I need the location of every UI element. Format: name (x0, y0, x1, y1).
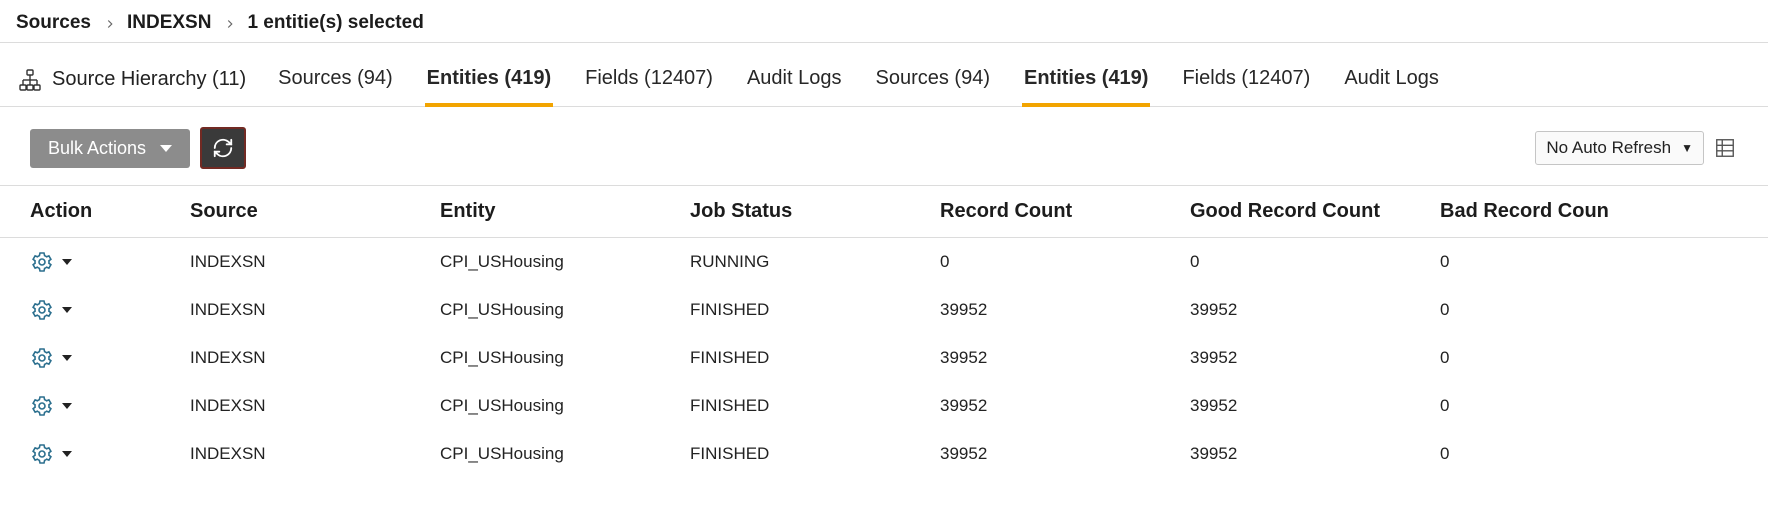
tab-fields-12407[interactable]: Fields (12407) (1180, 53, 1312, 106)
chevron-down-icon (62, 451, 72, 457)
cell-entity: CPI_USHousing (440, 240, 690, 284)
cell-good-record-count: 39952 (1190, 288, 1440, 332)
cell-source: INDEXSN (190, 384, 440, 428)
cell-job-status: FINISHED (690, 336, 940, 380)
cell-record-count: 0 (940, 240, 1190, 284)
cell-job-status: RUNNING (690, 240, 940, 284)
breadcrumb-selection: 1 entitie(s) selected (247, 12, 423, 34)
entities-table: Action Source Entity Job Status Record C… (0, 186, 1768, 478)
gear-icon (30, 394, 54, 418)
tab-audit-logs[interactable]: Audit Logs (745, 53, 844, 106)
cell-entity: CPI_USHousing (440, 384, 690, 428)
tab-entities-419[interactable]: Entities (419) (425, 53, 553, 106)
grid-icon (1714, 137, 1736, 159)
cell-good-record-count: 39952 (1190, 384, 1440, 428)
cell-source: INDEXSN (190, 288, 440, 332)
cell-job-status: FINISHED (690, 288, 940, 332)
tabs-row: Source Hierarchy (11) Sources (94) Entiti… (0, 42, 1768, 107)
table-row: INDEXSN CPI_USHousing FINISHED 39952 399… (0, 334, 1768, 382)
chevron-down-icon (62, 355, 72, 361)
select-triangle-icon: ▼ (1681, 141, 1693, 155)
chevron-down-icon (160, 145, 172, 152)
table-row: INDEXSN CPI_USHousing FINISHED 39952 399… (0, 382, 1768, 430)
cell-job-status: FINISHED (690, 432, 940, 476)
chevron-down-icon (62, 307, 72, 313)
tab-entities-419[interactable]: Entities (419) (1022, 53, 1150, 106)
toolbar: Bulk Actions No Auto Refresh ▼ (0, 107, 1768, 186)
cell-source: INDEXSN (190, 240, 440, 284)
cell-source: INDEXSN (190, 336, 440, 380)
col-action[interactable]: Action (30, 186, 190, 237)
col-source[interactable]: Source (190, 186, 440, 237)
table-row: INDEXSN CPI_USHousing RUNNING 0 0 0 (0, 238, 1768, 286)
col-good-record-count[interactable]: Good Record Count (1190, 186, 1440, 237)
gear-icon (30, 442, 54, 466)
cell-good-record-count: 0 (1190, 240, 1440, 284)
tab-sources-94[interactable]: Sources (94) (873, 53, 992, 106)
cell-bad-record-count: 0 (1440, 240, 1690, 284)
col-record-count[interactable]: Record Count (940, 186, 1190, 237)
refresh-icon (212, 137, 234, 159)
cell-good-record-count: 39952 (1190, 336, 1440, 380)
table-row: INDEXSN CPI_USHousing FINISHED 39952 399… (0, 430, 1768, 478)
gear-icon (30, 298, 54, 322)
tab-audit-logs[interactable]: Audit Logs (1342, 53, 1441, 106)
cell-bad-record-count: 0 (1440, 336, 1690, 380)
cell-record-count: 39952 (940, 336, 1190, 380)
breadcrumb-sources[interactable]: Sources (16, 12, 91, 34)
refresh-button[interactable] (200, 127, 246, 169)
hierarchy-icon (18, 68, 42, 92)
source-hierarchy-label[interactable]: Source Hierarchy (11) (18, 58, 246, 102)
tab-fields-12407[interactable]: Fields (12407) (583, 53, 715, 106)
cell-entity: CPI_USHousing (440, 336, 690, 380)
cell-bad-record-count: 0 (1440, 384, 1690, 428)
row-action[interactable] (30, 382, 190, 430)
cell-bad-record-count: 0 (1440, 432, 1690, 476)
col-bad-record-count[interactable]: Bad Record Coun (1440, 186, 1690, 237)
row-action[interactable] (30, 238, 190, 286)
gear-icon (30, 346, 54, 370)
cell-entity: CPI_USHousing (440, 288, 690, 332)
cell-record-count: 39952 (940, 384, 1190, 428)
cell-good-record-count: 39952 (1190, 432, 1440, 476)
auto-refresh-selected: No Auto Refresh (1546, 138, 1671, 158)
row-action[interactable] (30, 430, 190, 478)
cell-entity: CPI_USHousing (440, 432, 690, 476)
bulk-actions-button[interactable]: Bulk Actions (30, 129, 190, 168)
cell-record-count: 39952 (940, 288, 1190, 332)
col-entity[interactable]: Entity (440, 186, 690, 237)
chevron-down-icon (62, 403, 72, 409)
row-action[interactable] (30, 286, 190, 334)
chevron-right-icon (223, 17, 235, 29)
source-hierarchy-text: Source Hierarchy (11) (52, 68, 246, 91)
cell-record-count: 39952 (940, 432, 1190, 476)
auto-refresh-select[interactable]: No Auto Refresh ▼ (1535, 131, 1704, 165)
table-header-row: Action Source Entity Job Status Record C… (0, 186, 1768, 238)
tab-sources-94[interactable]: Sources (94) (276, 53, 395, 106)
bulk-actions-label: Bulk Actions (48, 138, 146, 159)
grid-settings-button[interactable] (1712, 135, 1738, 161)
table-row: INDEXSN CPI_USHousing FINISHED 39952 399… (0, 286, 1768, 334)
row-action[interactable] (30, 334, 190, 382)
cell-bad-record-count: 0 (1440, 288, 1690, 332)
breadcrumb: Sources INDEXSN 1 entitie(s) selected (0, 0, 1768, 42)
gear-icon (30, 250, 54, 274)
chevron-right-icon (103, 17, 115, 29)
cell-source: INDEXSN (190, 432, 440, 476)
breadcrumb-indexsn[interactable]: INDEXSN (127, 12, 211, 34)
col-job-status[interactable]: Job Status (690, 186, 940, 237)
cell-job-status: FINISHED (690, 384, 940, 428)
chevron-down-icon (62, 259, 72, 265)
